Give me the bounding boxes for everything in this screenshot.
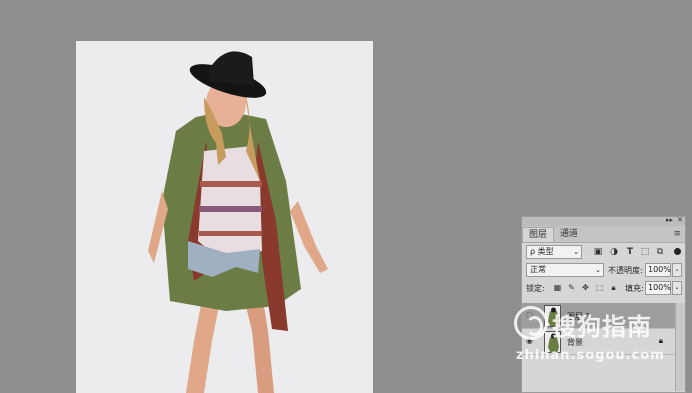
- lock-artboard-icon[interactable]: ⬚: [594, 282, 605, 293]
- fill-label: 填充:: [625, 284, 644, 293]
- search-icon: ρ: [530, 247, 538, 256]
- layer-filter-select[interactable]: ρ 类型 ⌄: [526, 245, 582, 259]
- shape-filter-icon[interactable]: ⬚: [639, 246, 651, 258]
- chevron-down-icon: ⌄: [595, 266, 601, 274]
- lock-row: 锁定: ▦ ✎ ✥ ⬚ 🔒︎ 填充: 100% ⌄: [522, 279, 685, 297]
- panel-scrollbar[interactable]: [675, 303, 685, 391]
- lock-position-icon[interactable]: ✥: [580, 282, 591, 293]
- panel-menu-icon[interactable]: ≡: [673, 229, 681, 239]
- image-filter-icon[interactable]: ▣: [592, 246, 604, 258]
- blend-mode-select[interactable]: 正常 ⌄: [526, 263, 604, 277]
- collapse-icon[interactable]: ▸▸: [666, 216, 673, 224]
- watermark-text: 搜狗指南: [552, 313, 652, 341]
- blend-mode-value: 正常: [530, 265, 546, 274]
- filter-row: ρ 类型 ⌄ ▣ ◑ T ⬚ ⧉: [522, 243, 685, 261]
- fill-dropdown[interactable]: ⌄: [672, 281, 682, 295]
- filter-toggle-icon[interactable]: [674, 248, 681, 255]
- photo-image: [76, 41, 373, 393]
- close-icon[interactable]: ✕: [677, 216, 683, 224]
- fill-input[interactable]: 100%: [645, 281, 671, 295]
- lock-image-pixels-icon[interactable]: ✎: [566, 282, 577, 293]
- tab-channels[interactable]: 通道: [554, 227, 584, 242]
- opacity-input[interactable]: 100%: [645, 263, 671, 277]
- panel-tabs: 图层 通道 ≡: [522, 226, 685, 243]
- chevron-down-icon: ⌄: [573, 248, 579, 256]
- layers-panel: ▸▸ ✕ 图层 通道 ≡ ρ 类型 ⌄ ▣ ◑ T ⬚ ⧉ 正常 ⌄ 不透明度:…: [521, 216, 686, 393]
- watermark-url: zhinan.sogou.com: [516, 348, 665, 363]
- adjustment-filter-icon[interactable]: ◑: [608, 246, 620, 258]
- opacity-dropdown[interactable]: ⌄: [672, 263, 682, 277]
- sogou-logo-icon: [514, 306, 548, 340]
- filter-label: 类型: [537, 247, 554, 256]
- lock-icon: 🔒︎: [658, 336, 663, 345]
- type-filter-icon[interactable]: T: [624, 246, 636, 258]
- lock-transparent-pixels-icon[interactable]: ▦: [552, 282, 563, 293]
- tab-layers[interactable]: 图层: [522, 227, 555, 242]
- blend-row: 正常 ⌄ 不透明度: 100% ⌄: [522, 261, 685, 279]
- opacity-label: 不透明度:: [608, 266, 643, 275]
- canvas-document[interactable]: [76, 41, 373, 393]
- lock-all-icon[interactable]: 🔒︎: [608, 282, 619, 293]
- smart-object-filter-icon[interactable]: ⧉: [654, 246, 666, 258]
- panel-titlebar[interactable]: ▸▸ ✕: [522, 216, 685, 226]
- lock-label: 锁定:: [526, 284, 545, 293]
